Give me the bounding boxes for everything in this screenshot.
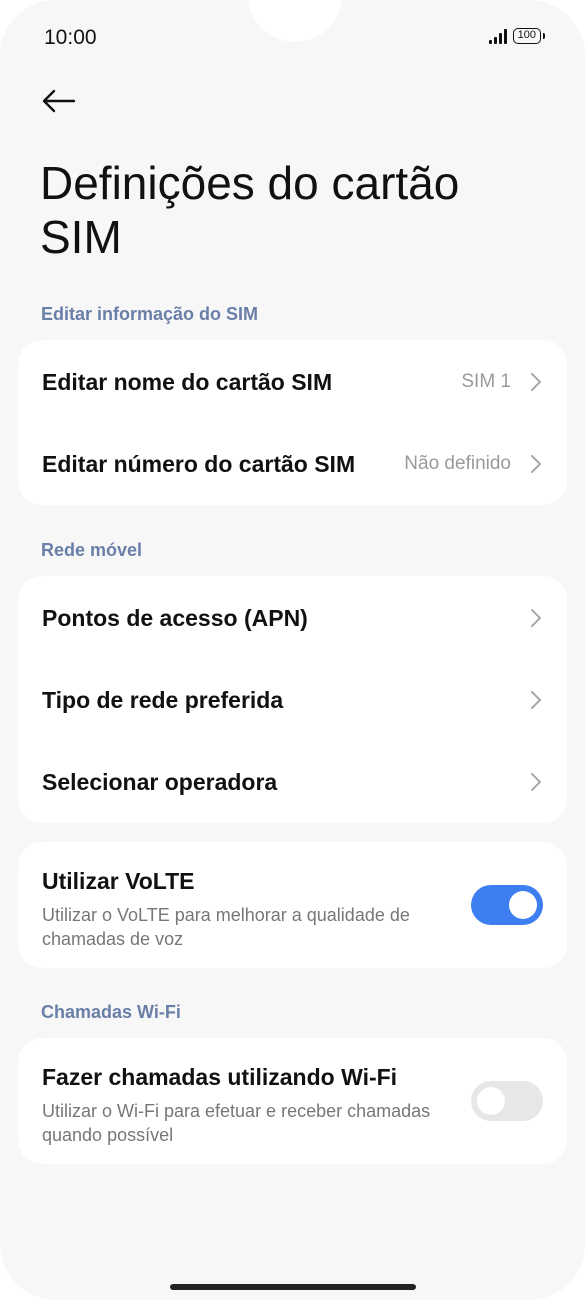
edit-sim-number-value: Não definido [404, 453, 511, 474]
status-time: 10:00 [44, 26, 97, 49]
wifi-calling-description: Utilizar o Wi-Fi para efetuar e receber … [42, 1101, 431, 1145]
chevron-right-icon [529, 689, 543, 711]
home-indicator[interactable] [170, 1284, 416, 1290]
chevron-right-icon [529, 371, 543, 393]
chevron-right-icon [529, 771, 543, 793]
status-icons: 100 [488, 28, 546, 44]
edit-sim-name-item[interactable]: Editar nome do cartão SIM SIM 1 [18, 341, 567, 423]
access-points-label: Pontos de acesso (APN) [42, 604, 308, 631]
access-points-item[interactable]: Pontos de acesso (APN) [18, 577, 567, 659]
volte-description: Utilizar o VoLTE para melhorar a qualida… [42, 905, 410, 949]
volte-toggle[interactable] [471, 885, 543, 925]
section-label-mobile-network: Rede móvel [41, 540, 143, 560]
select-operator-label: Selecionar operadora [42, 768, 278, 795]
edit-sim-name-value: SIM 1 [461, 371, 511, 392]
card-wifi-calling: Fazer chamadas utilizando Wi-Fi Utilizar… [18, 1038, 567, 1164]
battery-level: 100 [517, 29, 536, 41]
page-title: Definições do cartão SIM [40, 157, 460, 263]
edit-sim-name-label: Editar nome do cartão SIM [42, 368, 333, 395]
arrow-left-icon [42, 89, 76, 113]
toggle-knob [477, 1087, 505, 1115]
screen: 10:00 100 Definições do cartão SIM Edita… [0, 0, 585, 1300]
chevron-right-icon [529, 453, 543, 475]
signal-icon [488, 28, 507, 44]
chevron-right-icon [529, 607, 543, 629]
battery-icon: 100 [512, 28, 546, 44]
toggle-knob [509, 891, 537, 919]
preferred-network-item[interactable]: Tipo de rede preferida [18, 659, 567, 741]
card-volte: Utilizar VoLTE Utilizar o VoLTE para mel… [18, 842, 567, 968]
section-label-wifi-calling: Chamadas Wi-Fi [41, 1002, 181, 1022]
wifi-calling-title: Fazer chamadas utilizando Wi-Fi [42, 1064, 398, 1090]
preferred-network-label: Tipo de rede preferida [42, 686, 284, 713]
status-bar: 10:00 100 [0, 24, 585, 54]
wifi-calling-toggle[interactable] [471, 1081, 543, 1121]
section-label-sim-info: Editar informação do SIM [41, 304, 259, 324]
back-button[interactable] [38, 84, 78, 118]
edit-sim-number-label: Editar número do cartão SIM [42, 450, 356, 477]
edit-sim-number-item[interactable]: Editar número do cartão SIM Não definido [18, 423, 567, 505]
volte-title: Utilizar VoLTE [42, 868, 195, 894]
card-sim-info: Editar nome do cartão SIM SIM 1 Editar n… [18, 340, 567, 505]
select-operator-item[interactable]: Selecionar operadora [18, 741, 567, 823]
card-mobile-network: Pontos de acesso (APN) Tipo de rede pref… [18, 576, 567, 823]
